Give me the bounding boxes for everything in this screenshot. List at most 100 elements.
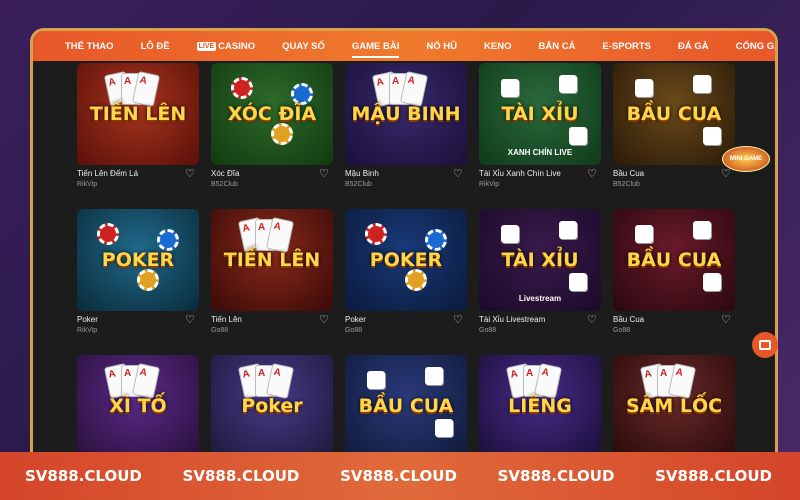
- game-info: Tiến Lên Đếm Lá RikVip ♡: [77, 165, 199, 209]
- nav-item-label: THỂ THAO: [65, 40, 114, 52]
- game-provider: B52Club: [345, 181, 372, 188]
- thumbnail-subtitle: XANH CHÍN LIVE: [507, 148, 573, 157]
- nav-item-label: BẮN CÁ: [538, 40, 576, 52]
- casino-chip-icon: [137, 269, 159, 291]
- game-name: Poker: [345, 315, 366, 324]
- game-thumbnail[interactable]: A A A LIÊNG: [479, 355, 601, 457]
- dice-icon: [501, 225, 519, 243]
- favorite-heart-icon[interactable]: ♡: [587, 314, 599, 326]
- dice-icon: [693, 221, 711, 239]
- game-provider: Go88: [479, 327, 497, 334]
- game-info: Tài Xỉu Livestream Go88 ♡: [479, 311, 601, 355]
- favorite-heart-icon[interactable]: ♡: [587, 168, 599, 180]
- main-nav: THỂ THAO LÔ ĐỀ LIVE CASINO QUAY SỐ GAME BÀI NỔ…: [33, 31, 775, 61]
- thumbnail-title: XÌ TỐ: [109, 394, 167, 417]
- favorite-heart-icon[interactable]: ♡: [185, 168, 197, 180]
- game-name: Tài Xỉu Xanh Chín Live: [479, 169, 561, 178]
- game-thumbnail[interactable]: A A A MẬU BINH: [345, 63, 467, 165]
- casino-chip-icon: [291, 83, 313, 105]
- game-thumbnail[interactable]: TÀI XỈU Livestream: [479, 209, 601, 311]
- game-card[interactable]: A A A MẬU BINH Mậu Binh B52Club ♡: [345, 63, 467, 209]
- casino-chip-icon: [405, 269, 427, 291]
- game-thumbnail[interactable]: BẦU CUA: [345, 355, 467, 457]
- nav-item-7[interactable]: BẮN CÁ: [538, 31, 575, 61]
- dice-icon: [703, 273, 721, 291]
- game-thumbnail[interactable]: A A A XÌ TỐ: [77, 355, 199, 457]
- nav-item-5[interactable]: NỔ HŨ: [426, 31, 457, 61]
- nav-item-label: QUAY SỐ: [282, 40, 325, 52]
- nav-item-6[interactable]: KENO: [484, 31, 511, 61]
- game-name: Tiến Lên: [211, 315, 242, 324]
- chat-button[interactable]: [752, 332, 778, 358]
- game-card[interactable]: BẦU CUA Bầu Cua B52Club ♡: [613, 63, 735, 209]
- thumbnail-title: TIẾN LÊN: [89, 102, 187, 125]
- game-thumbnail[interactable]: A A A TIẾN LÊN: [211, 209, 333, 311]
- game-card[interactable]: POKER Poker Go88 ♡: [345, 209, 467, 355]
- thumbnail-title: MẬU BINH: [351, 102, 461, 125]
- thumbnail-title: TÀI XỈU: [501, 248, 579, 271]
- watermark-domain: SV888.CLOUD: [182, 467, 300, 485]
- thumbnail-title: BẦU CUA: [358, 394, 454, 417]
- casino-chip-icon: [231, 77, 253, 99]
- game-info: Xóc Đĩa B52Club ♡: [211, 165, 333, 209]
- nav-item-4[interactable]: GAME BÀI: [351, 31, 400, 61]
- nav-item-label: CASINO: [218, 40, 256, 52]
- nav-item-0[interactable]: THỂ THAO: [65, 31, 114, 61]
- minigame-badge[interactable]: MINI GAME: [722, 146, 770, 172]
- game-thumbnail[interactable]: A A A Poker: [211, 355, 333, 457]
- game-card[interactable]: TÀI XỈU XANH CHÍN LIVE Tài Xỉu Xanh Chín L…: [479, 63, 601, 209]
- dice-icon: [635, 79, 653, 97]
- nav-item-2[interactable]: LIVE CASINO: [196, 31, 256, 61]
- game-provider: B52Club: [613, 181, 640, 188]
- game-card[interactable]: TÀI XỈU Livestream Tài Xỉu Livestream Go88 ♡: [479, 209, 601, 355]
- game-card[interactable]: BẦU CUA Bầu Cua Go88 ♡: [613, 209, 735, 355]
- game-thumbnail[interactable]: A A A SÂM LỐC: [613, 355, 735, 457]
- watermark-domain: SV888.CLOUD: [655, 467, 772, 485]
- favorite-heart-icon[interactable]: ♡: [721, 168, 733, 180]
- game-thumbnail[interactable]: BẦU CUA: [613, 209, 735, 311]
- game-card[interactable]: XÓC ĐĨA Xóc Đĩa B52Club ♡: [211, 63, 333, 209]
- game-thumbnail[interactable]: BẦU CUA: [613, 63, 735, 165]
- nav-item-3[interactable]: QUAY SỐ: [282, 31, 325, 61]
- thumbnail-title: BẦU CUA: [626, 248, 722, 271]
- game-thumbnail[interactable]: XÓC ĐĨA: [211, 63, 333, 165]
- casino-chip-icon: [157, 229, 179, 251]
- nav-item-label: GAME BÀI: [351, 40, 400, 52]
- nav-item-10[interactable]: CỔNG GAMES: [736, 31, 775, 61]
- nav-item-label: KENO: [484, 40, 512, 52]
- favorite-heart-icon[interactable]: ♡: [453, 314, 465, 326]
- watermark-band: SV888.CLOUD SV888.CLOUD SV888.CLOUD SV888.C…: [0, 452, 800, 500]
- game-provider: Go88: [345, 327, 363, 334]
- dice-icon: [703, 127, 721, 145]
- favorite-heart-icon[interactable]: ♡: [319, 314, 331, 326]
- nav-item-1[interactable]: LÔ ĐỀ: [141, 31, 170, 61]
- favorite-heart-icon[interactable]: ♡: [319, 168, 331, 180]
- game-card[interactable]: POKER Poker RikVip ♡: [77, 209, 199, 355]
- favorite-heart-icon[interactable]: ♡: [453, 168, 465, 180]
- nav-item-8[interactable]: E-SPORTS: [602, 31, 651, 61]
- game-info: Bầu Cua Go88 ♡: [613, 311, 735, 355]
- game-thumbnail[interactable]: TÀI XỈU XANH CHÍN LIVE: [479, 63, 601, 165]
- game-card[interactable]: A A A TIẾN LÊN Tiến Lên Đếm Lá RikVip ♡: [77, 63, 199, 209]
- thumbnail-title: POKER: [101, 248, 175, 271]
- thumbnail-title: BẦU CUA: [626, 102, 722, 125]
- nav-item-9[interactable]: ĐÁ GÀ: [678, 31, 709, 61]
- game-name: Tài Xỉu Livestream: [479, 315, 546, 324]
- game-info: Mậu Binh B52Club ♡: [345, 165, 467, 209]
- watermark-domain: SV888.CLOUD: [25, 467, 142, 485]
- dice-icon: [569, 273, 587, 291]
- thumbnail-title: POKER: [369, 248, 443, 271]
- game-thumbnail[interactable]: A A A TIẾN LÊN: [77, 63, 199, 165]
- game-card[interactable]: A A A TIẾN LÊN Tiến Lên Go88 ♡: [211, 209, 333, 355]
- nav-item-label: NỔ HŨ: [426, 40, 458, 52]
- favorite-heart-icon[interactable]: ♡: [185, 314, 197, 326]
- watermark-domain: SV888.CLOUD: [497, 467, 615, 485]
- game-thumbnail[interactable]: POKER: [345, 209, 467, 311]
- dice-icon: [569, 127, 587, 145]
- game-name: Poker: [77, 315, 98, 324]
- game-thumbnail[interactable]: POKER: [77, 209, 199, 311]
- favorite-heart-icon[interactable]: ♡: [721, 314, 733, 326]
- game-provider: RikVip: [77, 181, 98, 188]
- thumbnail-title: TÀI XỈU: [501, 102, 579, 125]
- nav-item-label: ĐÁ GÀ: [677, 40, 709, 52]
